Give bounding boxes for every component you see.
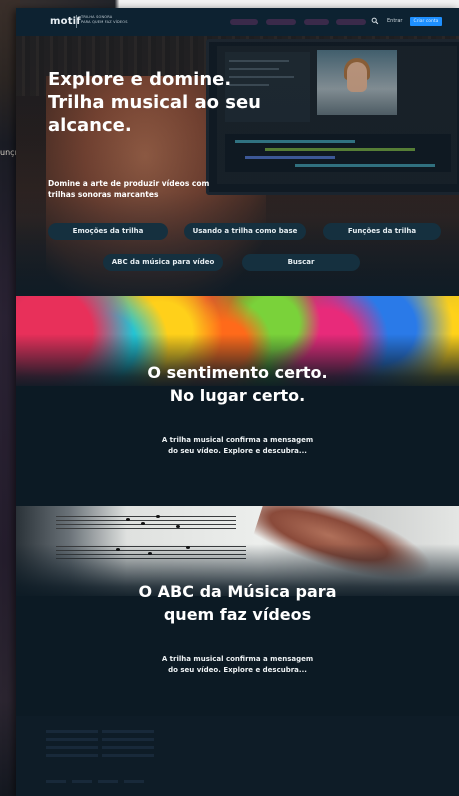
music-abc-title-text: O ABC da Música para quem faz vídeos (138, 582, 337, 624)
footer-line (102, 738, 154, 741)
track-functions-button[interactable]: Funções da trilha (323, 223, 441, 240)
footer-line (124, 780, 144, 783)
feeling-body: A trilha musical confirma a mensagem do … (16, 435, 459, 457)
music-abc-button[interactable]: ABC da música para vídeo (103, 254, 223, 271)
nav-item-1[interactable] (230, 19, 258, 25)
feeling-section: O sentimento certo. No lugar certo. A tr… (16, 296, 459, 506)
website-page: motif TRILHA SONORA PARA QUEM FAZ VÍDEOS… (16, 8, 459, 796)
footer-line (72, 780, 92, 783)
track-as-base-button[interactable]: Usando a trilha como base (184, 223, 306, 240)
top-navigation-bar: motif TRILHA SONORA PARA QUEM FAZ VÍDEOS… (16, 8, 459, 36)
hero-title: Explore e domine. Trilha musical ao seu … (48, 69, 261, 136)
hero-section: Explore e domine. Trilha musical ao seu … (16, 36, 459, 296)
logo-tagline: TRILHA SONORA PARA QUEM FAZ VÍDEOS (81, 15, 128, 24)
footer-line (102, 754, 154, 757)
nav-item-3[interactable] (304, 19, 329, 25)
nav-item-4[interactable] (336, 19, 366, 25)
footer-line (102, 746, 154, 749)
music-abc-body: A trilha musical confirma a mensagem do … (16, 654, 459, 676)
footer-line (46, 780, 66, 783)
background-edge-text: unçı (0, 148, 17, 157)
footer-line (46, 738, 98, 741)
feeling-title-text: O sentimento certo. No lugar certo. (147, 363, 328, 405)
search-icon[interactable] (371, 17, 379, 25)
music-abc-section: O ABC da Música para quem faz vídeos A t… (16, 506, 459, 716)
hero-subtitle: Domine a arte de produzir vídeos com tri… (48, 179, 210, 199)
music-abc-title: O ABC da Música para quem faz vídeos (16, 580, 459, 626)
signup-button[interactable]: Criar conta (410, 17, 442, 26)
footer-line (46, 730, 98, 733)
footer-line (98, 780, 118, 783)
login-link[interactable]: Entrar (387, 18, 402, 24)
feeling-body-text: A trilha musical confirma a mensagem do … (161, 436, 314, 455)
nav-item-2[interactable] (266, 19, 296, 25)
search-button[interactable]: Buscar (242, 254, 360, 271)
footer-line (46, 754, 98, 757)
music-abc-body-text: A trilha musical confirma a mensagem do … (161, 655, 314, 674)
footer-line (46, 746, 98, 749)
logo-divider (76, 15, 77, 28)
logo-tagline-line-2: PARA QUEM FAZ VÍDEOS (81, 19, 128, 24)
emotions-button[interactable]: Emoções da trilha (48, 223, 168, 240)
footer-line (102, 730, 154, 733)
feeling-title: O sentimento certo. No lugar certo. (16, 361, 459, 407)
